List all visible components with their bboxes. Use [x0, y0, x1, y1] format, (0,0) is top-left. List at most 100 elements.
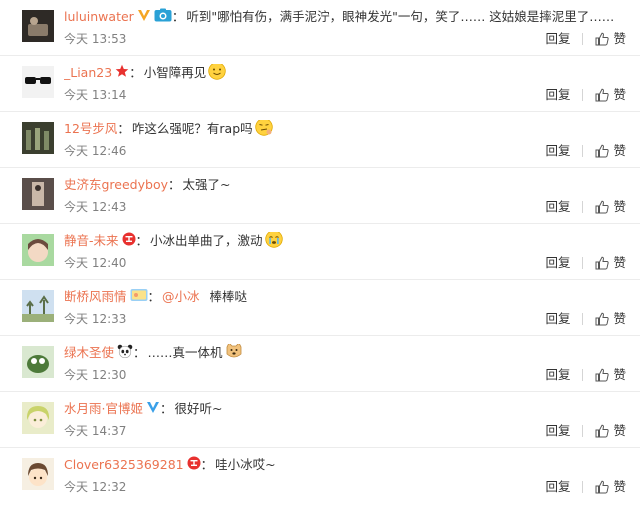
divider: [582, 313, 584, 325]
camera-badge-icon[interactable]: [154, 8, 172, 26]
avatar-image: [22, 66, 54, 98]
avatar[interactable]: [22, 178, 54, 210]
username-link[interactable]: 断桥风雨情: [64, 288, 127, 306]
thumbs-up-icon: [595, 256, 610, 270]
divider: [582, 89, 584, 101]
comment-text: 棒棒哒: [209, 289, 248, 304]
divider: [582, 369, 584, 381]
username-link[interactable]: 史济东greedyboy: [64, 176, 168, 194]
reply-button[interactable]: 回复: [545, 143, 570, 159]
reply-button[interactable]: 回复: [545, 87, 570, 103]
like-button[interactable]: 赞: [595, 367, 626, 383]
like-label: 赞: [613, 31, 626, 46]
thumbs-up-icon: [595, 424, 610, 438]
username-link[interactable]: 绿木圣使: [64, 344, 114, 362]
member-banner-badge-icon[interactable]: [130, 288, 148, 306]
thumbs-up-icon: [595, 88, 610, 102]
username-link[interactable]: 12号步风: [64, 120, 117, 138]
red-star-badge-icon[interactable]: [115, 64, 129, 82]
reply-button[interactable]: 回复: [545, 199, 570, 215]
thumbs-up-icon: [595, 312, 610, 326]
reply-button[interactable]: 回复: [545, 31, 570, 47]
comment-text: 哇小冰哎~: [215, 457, 276, 472]
comment-item: 水月雨·官博姬 ： 很好听~ 今天 14:37 回复 赞: [0, 392, 640, 448]
avatar-image: [22, 234, 54, 266]
thumbs-up-icon: [595, 32, 610, 46]
thumbs-up-icon: [595, 368, 610, 382]
timestamp: 今天 12:43: [64, 200, 127, 214]
timestamp: 今天 12:40: [64, 256, 127, 270]
thumbs-up-icon: [595, 480, 610, 494]
reply-button[interactable]: 回复: [545, 423, 570, 439]
comment-text: 咋这么强呢？有rap吗: [131, 121, 253, 136]
avatar-image: [22, 346, 54, 378]
reply-button[interactable]: 回复: [545, 311, 570, 327]
avatar-image: [22, 402, 54, 434]
avatar-image: [22, 458, 54, 490]
like-button[interactable]: 赞: [595, 423, 626, 439]
like-label: 赞: [613, 311, 626, 326]
like-button[interactable]: 赞: [595, 143, 626, 159]
crying-emoji-icon: [264, 232, 283, 250]
thumbs-up-icon: [595, 200, 610, 214]
username-link[interactable]: 静音-未来: [64, 232, 119, 250]
username-link[interactable]: luluinwater: [64, 8, 134, 26]
avatar[interactable]: [22, 402, 54, 434]
reply-button[interactable]: 回复: [545, 479, 570, 495]
avatar[interactable]: [22, 66, 54, 98]
timestamp: 今天 12:33: [64, 312, 127, 326]
timestamp: 今天 13:14: [64, 88, 127, 102]
comment-text: 小智障再见: [143, 65, 207, 80]
verified-yellow-v-icon[interactable]: [137, 8, 151, 26]
like-label: 赞: [613, 199, 626, 214]
avatar-image: [22, 178, 54, 210]
like-label: 赞: [613, 367, 626, 382]
red-circle-badge-icon[interactable]: [187, 456, 201, 474]
timestamp: 今天 13:53: [64, 32, 127, 46]
red-circle-badge-icon[interactable]: [122, 232, 136, 250]
avatar[interactable]: [22, 234, 54, 266]
divider: [582, 425, 584, 437]
mention-link[interactable]: @小冰: [162, 288, 200, 306]
like-label: 赞: [613, 143, 626, 158]
avatar[interactable]: [22, 10, 54, 42]
like-label: 赞: [613, 423, 626, 438]
comment-item: 12号步风 ： 咋这么强呢？有rap吗 今天 12:46 回复 赞: [0, 112, 640, 168]
like-label: 赞: [613, 255, 626, 270]
username-link[interactable]: 水月雨·官博姬: [64, 400, 143, 418]
timestamp: 今天 12:32: [64, 480, 127, 494]
reply-button[interactable]: 回复: [545, 367, 570, 383]
avatar[interactable]: [22, 122, 54, 154]
like-button[interactable]: 赞: [595, 87, 626, 103]
like-button[interactable]: 赞: [595, 31, 626, 47]
thinking-emoji-icon: [254, 120, 273, 138]
username-link[interactable]: Clover6325369281: [64, 456, 184, 474]
comment-text: 很好听~: [174, 401, 223, 416]
verified-blue-v-icon[interactable]: [146, 400, 160, 418]
divider: [582, 257, 584, 269]
username-link[interactable]: _Lian23: [64, 64, 112, 82]
divider: [582, 145, 584, 157]
like-button[interactable]: 赞: [595, 199, 626, 215]
timestamp: 今天 12:46: [64, 144, 127, 158]
like-button[interactable]: 赞: [595, 311, 626, 327]
comment-item: 静音-未来 ： 小冰出单曲了，激动 今天 12:40 回复 赞: [0, 224, 640, 280]
reply-button[interactable]: 回复: [545, 255, 570, 271]
avatar[interactable]: [22, 346, 54, 378]
like-button[interactable]: 赞: [595, 479, 626, 495]
like-button[interactable]: 赞: [595, 255, 626, 271]
panda-badge-icon[interactable]: [117, 344, 133, 362]
comment-item: 绿木圣使 ： ……真一体机 今天 12:30 回复 赞: [0, 336, 640, 392]
comment-text: 太强了~: [182, 177, 231, 192]
avatar[interactable]: [22, 458, 54, 490]
avatar[interactable]: [22, 290, 54, 322]
avatar-image: [22, 122, 54, 154]
comment-text: ……真一体机: [147, 345, 223, 360]
doge-emoji-icon: [225, 344, 243, 362]
like-label: 赞: [613, 479, 626, 494]
thumbs-up-icon: [595, 144, 610, 158]
smile-emoji-icon: [208, 64, 226, 82]
comment-item: Clover6325369281 ： 哇小冰哎~ 今天 12:32 回复 赞: [0, 448, 640, 504]
comment-text: 听到"哪怕有伤，满手泥泞，眼神发光"一句，笑了…… 这姑娘是摔泥里了……: [186, 9, 615, 24]
comment-item: luluinwater ： 听到"哪怕有伤，满手泥泞，眼神发光"一句，笑了…… …: [0, 0, 640, 56]
